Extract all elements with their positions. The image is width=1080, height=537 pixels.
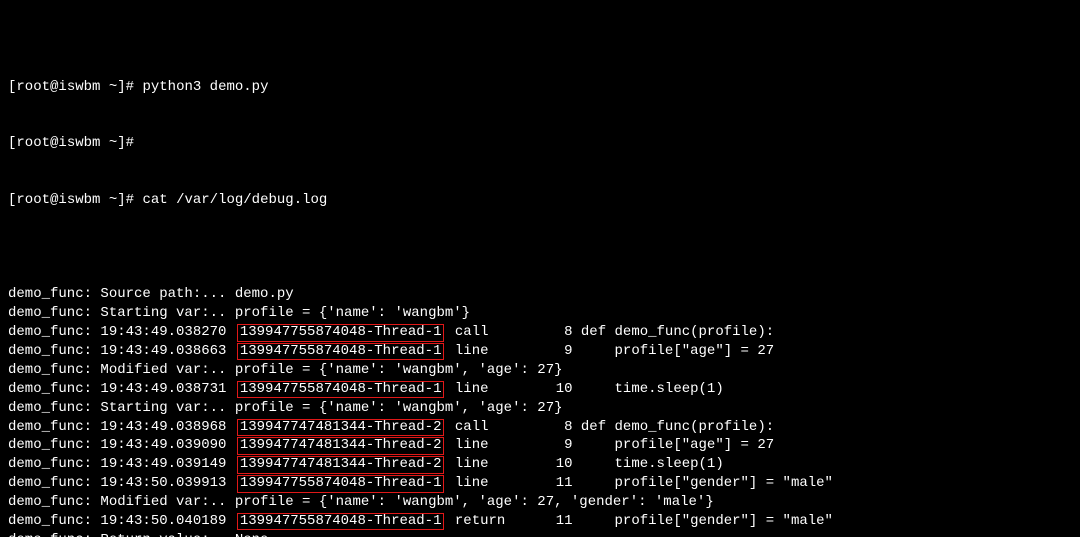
log-line: demo_func: Modified var:.. profile = {'n… [8,493,1072,512]
log-rest: profile = {'name': 'wangbm', 'age': 27} [226,400,562,416]
thread-highlight-box: 139947755874048-Thread-1 [237,513,445,530]
log-prefix: demo_func: 19:43:49.038731 [8,381,235,397]
log-prefix: demo_func: Modified var:.. [8,494,226,510]
log-line: demo_func: Starting var:.. profile = {'n… [8,304,1072,323]
prompt-line: [root@iswbm ~]# python3 demo.py [8,78,1072,97]
log-rest: call 8 def demo_func(profile): [446,324,774,340]
log-line: demo_func: 19:43:49.038663 1399477558740… [8,342,1072,361]
log-line: demo_func: 19:43:49.038968 1399477474813… [8,418,1072,437]
log-rest: line 10 time.sleep(1) [446,456,723,472]
log-prefix: demo_func: Modified var:.. [8,362,226,378]
log-line: demo_func: 19:43:50.039913 1399477558740… [8,474,1072,493]
log-rest: profile = {'name': 'wangbm', 'age': 27, … [226,494,713,510]
log-line: demo_func: 19:43:49.039149 1399477474813… [8,455,1072,474]
thread-highlight-box: 139947747481344-Thread-2 [237,437,445,454]
log-rest: line 11 profile["gender"] = "male" [446,475,832,491]
log-prefix: demo_func: 19:43:50.040189 [8,513,235,529]
log-line: demo_func: Source path:... demo.py [8,285,1072,304]
log-rest: call 8 def demo_func(profile): [446,419,774,435]
log-prefix: demo_func: 19:43:49.038968 [8,419,235,435]
command: cat /var/log/debug.log [142,192,327,208]
command: python3 demo.py [142,79,268,95]
log-rest: line 10 time.sleep(1) [446,381,723,397]
log-rest: profile = {'name': 'wangbm', 'age': 27} [226,362,562,378]
thread-highlight-box: 139947755874048-Thread-1 [237,324,445,341]
thread-highlight-box: 139947755874048-Thread-1 [237,343,445,360]
log-line: demo_func: 19:43:49.038731 1399477558740… [8,380,1072,399]
log-rest: None [226,532,268,537]
thread-highlight-box: 139947755874048-Thread-1 [237,381,445,398]
log-rest: return 11 profile["gender"] = "male" [446,513,832,529]
log-prefix: demo_func: Starting var:.. [8,400,226,416]
thread-highlight-box: 139947755874048-Thread-1 [237,475,445,492]
prompt-line: [root@iswbm ~]# [8,134,1072,153]
log-line: demo_func: Modified var:.. profile = {'n… [8,361,1072,380]
log-output: demo_func: Source path:... demo.pydemo_f… [8,285,1072,537]
log-prefix: demo_func: 19:43:50.039913 [8,475,235,491]
log-prefix: demo_func: 19:43:49.038270 [8,324,235,340]
prompt-line: [root@iswbm ~]# cat /var/log/debug.log [8,191,1072,210]
log-prefix: demo_func: Return value:.. [8,532,226,537]
thread-highlight-box: 139947747481344-Thread-2 [237,419,445,436]
log-prefix: demo_func: 19:43:49.039149 [8,456,235,472]
terminal[interactable]: [root@iswbm ~]# python3 demo.py [root@is… [0,0,1080,537]
log-line: demo_func: 19:43:49.038270 1399477558740… [8,323,1072,342]
log-line: demo_func: Starting var:.. profile = {'n… [8,399,1072,418]
log-prefix: demo_func: Starting var:.. [8,305,226,321]
log-prefix: demo_func: Source path:... [8,286,226,302]
log-line: demo_func: 19:43:49.039090 1399477474813… [8,436,1072,455]
log-rest: demo.py [226,286,293,302]
log-prefix: demo_func: 19:43:49.039090 [8,437,235,453]
log-rest: profile = {'name': 'wangbm'} [226,305,470,321]
log-rest: line 9 profile["age"] = 27 [446,437,774,453]
log-rest: line 9 profile["age"] = 27 [446,343,774,359]
thread-highlight-box: 139947747481344-Thread-2 [237,456,445,473]
log-prefix: demo_func: 19:43:49.038663 [8,343,235,359]
log-line: demo_func: 19:43:50.040189 1399477558740… [8,512,1072,531]
log-line: demo_func: Return value:.. None [8,531,1072,537]
